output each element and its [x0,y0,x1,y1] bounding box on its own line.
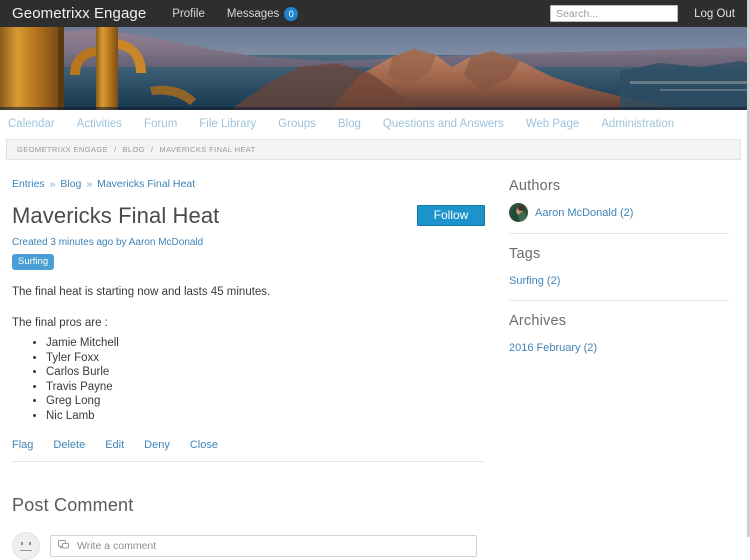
breadcrumb-item-site[interactable]: GEOMETRIXX ENGAGE [17,145,108,154]
sidebar-author-link[interactable]: Aaron McDonald (2) [535,207,633,219]
avatar-eye-right-icon [29,541,31,545]
content-divider [12,460,485,462]
logout-link[interactable]: Log Out [694,8,735,20]
avatar [509,203,528,222]
avatar-mouth-icon [20,549,32,551]
breadcrumb-item-current: MAVERICKS FINAL HEAT [159,145,256,154]
list-item: Nic Lamb [46,410,485,424]
top-nav-item-messages[interactable]: Messages 0 [226,6,299,21]
entry-breadcrumb-current[interactable]: Mavericks Final Heat [97,178,195,190]
list-item: Tyler Foxx [46,352,485,366]
main-nav-item-calendar[interactable]: Calendar [8,118,55,130]
content-area: Entries » Blog » Mavericks Final Heat Ma… [0,160,747,560]
main-nav-item-forum[interactable]: Forum [144,118,177,130]
comment-composer [12,531,485,560]
sidebar-heading-archives: Archives [509,313,567,329]
edit-link[interactable]: Edit [105,439,124,451]
avatar-eye-left-icon [21,541,23,545]
top-nav: Profile Messages 0 [172,6,299,21]
main-nav: Calendar Activities Forum File Library G… [0,110,747,137]
close-link[interactable]: Close [190,439,218,451]
delete-link[interactable]: Delete [53,439,85,451]
main-nav-item-activities[interactable]: Activities [77,118,122,130]
entry-list-intro: The final pros are : [12,316,108,329]
entry-meta: Created 3 minutes ago by Aaron McDonald [12,237,204,249]
list-item: Jamie Mitchell [46,337,485,351]
entry-breadcrumb-blog[interactable]: Blog [60,178,81,190]
main-nav-item-file-library[interactable]: File Library [199,118,256,130]
top-right-group: Log Out [550,5,735,22]
main-nav-item-web-page[interactable]: Web Page [526,118,580,130]
entry-breadcrumb-entries[interactable]: Entries [12,178,45,190]
list-item: Carlos Burle [46,366,485,380]
main-nav-item-questions-and-answers[interactable]: Questions and Answers [383,118,504,130]
entry-intro-text: The final heat is starting now and lasts… [12,286,271,299]
flag-link[interactable]: Flag [12,439,33,451]
list-item: Travis Payne [46,381,485,395]
site-brand: Geometrixx Engage [12,5,147,22]
entry-breadcrumb: Entries » Blog » Mavericks Final Heat [12,178,485,190]
sidebar-tag-link[interactable]: Surfing (2) [509,275,560,287]
breadcrumb: GEOMETRIXX ENGAGE / BLOG / MAVERICKS FIN… [6,139,741,160]
breadcrumb-separator: / [113,145,117,154]
author-item: Aaron McDonald (2) [509,203,729,222]
entry-breadcrumb-separator: » [86,178,93,190]
comment-input-wrapper[interactable] [50,534,477,557]
sidebar-heading-authors: Authors [509,178,561,194]
sidebar-section-authors: Authors Aaron McDonald (2) [509,178,729,234]
top-header-bar: Geometrixx Engage Profile Messages 0 Log … [0,0,747,27]
list-item: Greg Long [46,395,485,409]
hero-banner-image [0,27,747,110]
post-comment-heading: Post Comment [12,494,134,515]
page-root: Geometrixx Engage Profile Messages 0 Log … [0,0,750,560]
pros-list: Jamie Mitchell Tyler Foxx Carlos Burle T… [12,337,485,423]
top-nav-messages-label: Messages [226,7,280,20]
comment-icon [58,537,69,555]
search-input[interactable] [550,5,679,22]
sidebar-archive-link[interactable]: 2016 February (2) [509,342,597,354]
entry-actions: Flag Delete Edit Deny Close [12,439,485,451]
page-title: Mavericks Final Heat [12,203,220,228]
top-nav-item-profile[interactable]: Profile [172,8,205,20]
deny-link[interactable]: Deny [144,439,170,451]
comment-input[interactable] [75,538,469,553]
avatar [12,531,40,560]
main-nav-item-administration[interactable]: Administration [601,118,674,130]
entry-breadcrumb-separator: » [49,178,56,190]
sidebar-heading-tags: Tags [509,246,541,262]
breadcrumb-separator: / [150,145,154,154]
sidebar: Authors Aaron McDonald (2) Tags Surfing … [499,178,729,560]
entry-title-row: Mavericks Final Heat Follow [12,203,485,228]
sidebar-section-archives: Archives 2016 February (2) [509,313,729,367]
main-column: Entries » Blog » Mavericks Final Heat Ma… [12,178,499,560]
messages-badge: 0 [284,6,299,21]
main-nav-item-blog[interactable]: Blog [338,118,361,130]
breadcrumb-item-blog[interactable]: BLOG [122,145,144,154]
sidebar-section-tags: Tags Surfing (2) [509,246,729,301]
follow-button[interactable]: Follow [417,205,485,226]
entry-tag-badge[interactable]: Surfing [12,254,55,271]
main-nav-item-groups[interactable]: Groups [278,118,316,130]
